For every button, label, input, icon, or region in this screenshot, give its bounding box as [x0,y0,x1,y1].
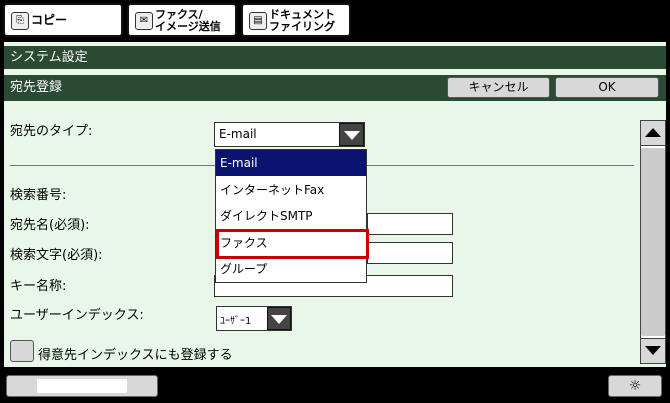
option-internet-fax[interactable]: インターネットFax [216,177,366,203]
destination-type-value: E-mail [219,127,257,141]
document-filing-icon: ▤ [249,12,267,30]
key-name-label: キー名称: [10,279,67,294]
main-panel: システム設定 宛先登録 キャンセル OK 宛先のタイプ: E-mail 検索番号… [4,42,666,367]
tab-copy-label: コピー [31,13,68,27]
destination-type-label: 宛先のタイプ: [10,124,93,139]
highlight-box [216,229,369,259]
user-index-select[interactable]: ﾕｰｻﾞｰ1 [216,306,292,331]
copy-icon: ⎘ [11,12,29,30]
search-number-label: 検索番号: [10,188,67,203]
fax-icon: ✉ [135,12,153,30]
option-email[interactable]: E-mail [216,150,366,176]
destination-type-select[interactable]: E-mail [214,122,365,147]
scroll-up-button[interactable] [640,120,666,146]
scrollbar-thumb[interactable] [641,148,665,336]
user-index-value: ﾕｰｻﾞｰ1 [220,316,252,327]
tab-document-filing[interactable]: ▤ ドキュメント ファイリング [241,3,351,37]
brightness-icon[interactable]: ☼ [608,375,662,397]
chevron-down-icon[interactable] [339,123,364,146]
option-direct-smtp[interactable]: ダイレクトSMTP [216,203,366,229]
search-char-label: 検索文字(必須): [10,248,103,263]
search-char-field[interactable] [367,242,453,264]
chevron-down-icon[interactable] [267,307,291,330]
status-fill [37,379,127,393]
cancel-button[interactable]: キャンセル [447,77,550,98]
ok-button[interactable]: OK [555,77,659,98]
tab-document-label: ドキュメント ファイリング [269,8,335,33]
scroll-down-button[interactable] [640,338,666,364]
tab-fax-image-send[interactable]: ✉ ファクス/ イメージ送信 [127,3,237,37]
status-bar [6,375,158,397]
option-group[interactable]: グループ [216,256,366,282]
favorite-index-label: 得意先インデックスにも登録する [38,348,233,363]
destination-type-dropdown: E-mail インターネットFax ダイレクトSMTP ファクス グループ [215,149,367,283]
user-index-label: ユーザーインデックス: [10,308,144,323]
destination-name-label: 宛先名(必須): [10,218,90,233]
tab-fax-label: ファクス/ イメージ送信 [155,8,221,33]
tab-copy[interactable]: ⎘ コピー [3,3,123,37]
destination-name-field[interactable] [367,213,453,235]
system-settings-bar: システム設定 [4,46,666,69]
favorite-index-checkbox[interactable] [10,340,34,362]
